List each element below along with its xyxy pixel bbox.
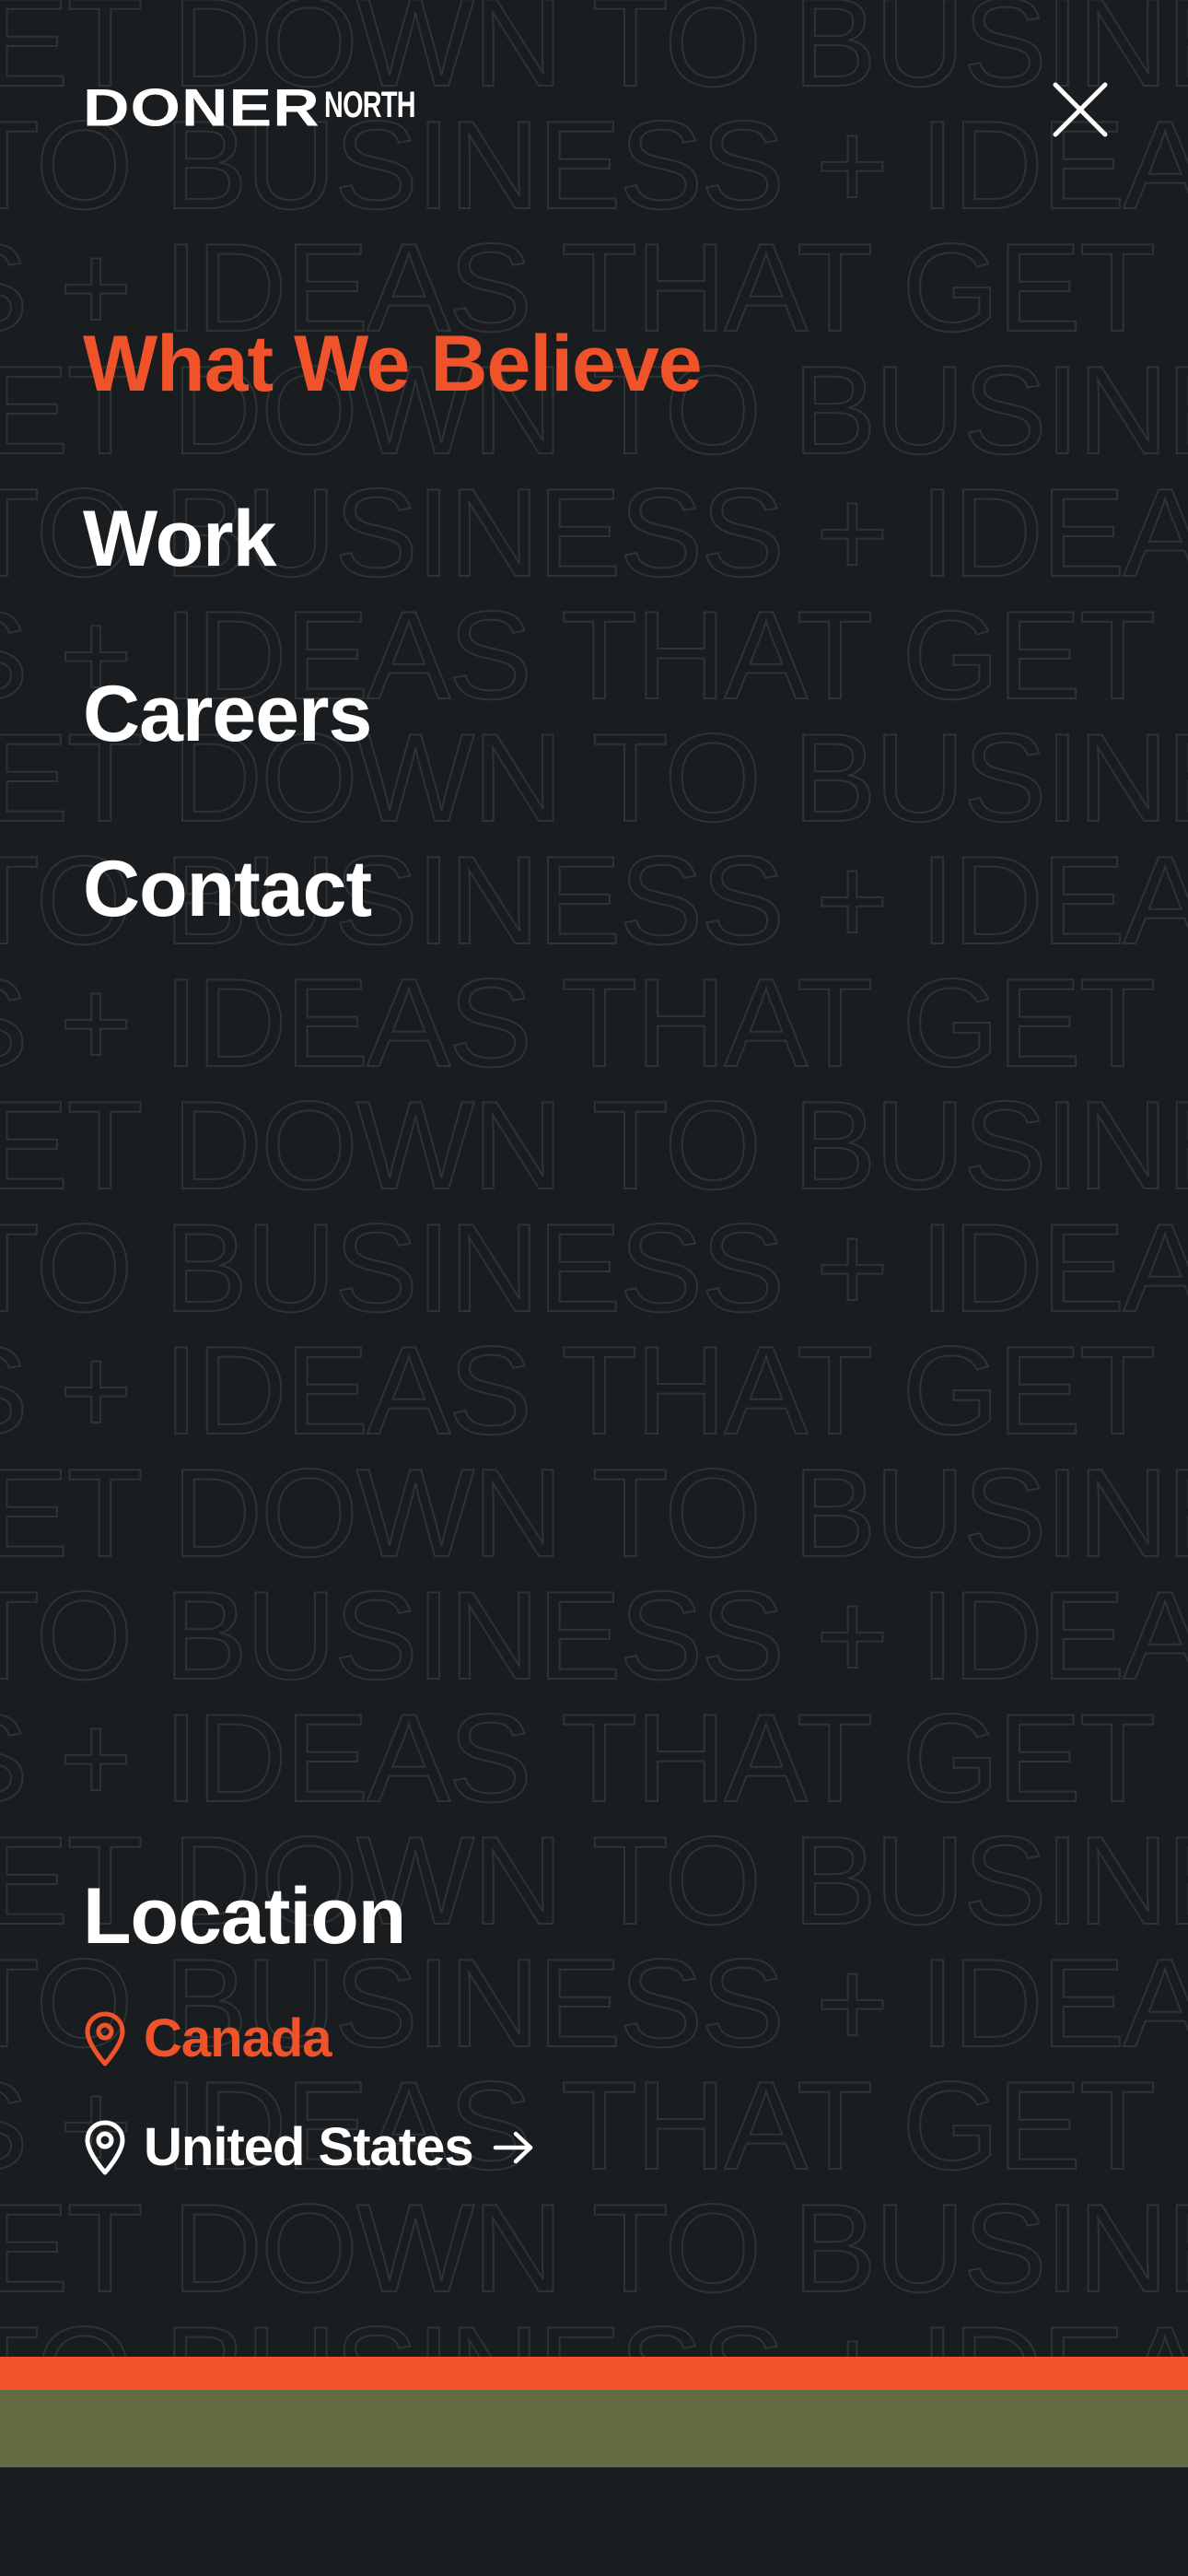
background-pattern-line: TO BUSINESS + IDEAS THAT GET DOWN TO BUS… [0,1565,1188,1705]
map-pin-icon [85,2120,125,2175]
close-icon [1053,82,1108,137]
footer-stripe-olive [0,2390,1188,2467]
logo-main-text: DONER [83,77,320,137]
map-pin-icon [85,2011,125,2067]
location-section: Location Canada United States [83,1861,536,2189]
footer-stripe-orange [0,2357,1188,2390]
background-pattern-line: S + IDEAS THAT GET DOWN TO BUSINESS + ID… [0,953,1188,1093]
background-pattern-line: S + IDEAS THAT GET DOWN TO BUSINESS + ID… [0,1320,1188,1460]
menu-item-careers[interactable]: Careers [83,626,702,802]
arrow-right-icon [493,2131,532,2164]
background-pattern-line: GET DOWN TO BUSINESS + IDEAS THAT GET DO… [0,2178,1188,2318]
location-option-united-states[interactable]: United States [83,2106,536,2189]
menu-item-what-we-believe[interactable]: What We Believe [83,276,703,451]
menu-item-contact[interactable]: Contact [83,802,702,977]
background-pattern-line: TO BUSINESS + IDEAS THAT GET DOWN TO BUS… [0,1198,1188,1338]
doner-north-logo[interactable]: DONER NORTH [83,77,450,140]
footer-bar [0,2467,1188,2576]
background-pattern-line: GET DOWN TO BUSINESS + IDEAS THAT GET DO… [0,1075,1188,1215]
logo-sub-text: NORTH [323,85,416,125]
location-option-canada[interactable]: Canada [83,1997,536,2080]
location-title: Location [83,1872,406,1961]
header: DONER NORTH [0,0,1188,221]
close-menu-button[interactable] [1044,74,1116,146]
menu-item-work[interactable]: Work [83,451,702,626]
location-label-united-states: United States [144,2117,474,2177]
background-pattern-line: TO BUSINESS + IDEAS THAT GET DOWN TO BUS… [0,2307,1188,2359]
location-label-canada: Canada [144,2008,332,2068]
main-menu: What We Believe Work Careers Contact [83,276,703,977]
background-pattern-line: GET DOWN TO BUSINESS + IDEAS THAT GET DO… [0,1443,1188,1583]
background-pattern-line: S + IDEAS THAT GET DOWN TO BUSINESS + ID… [0,1688,1188,1828]
